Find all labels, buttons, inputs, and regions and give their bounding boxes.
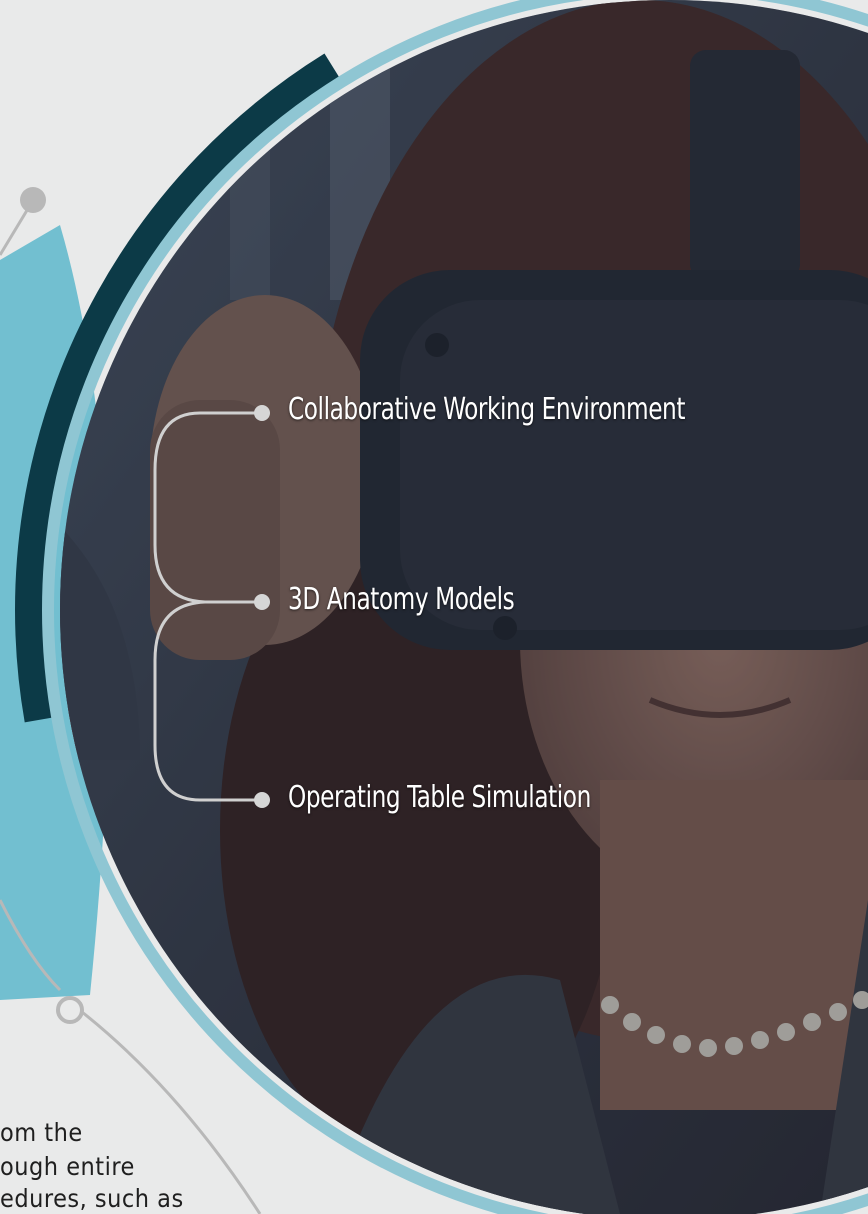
body-text-line-2: ough entire [0, 1152, 135, 1181]
bullet-dot [254, 594, 270, 610]
bullet-dot [254, 792, 270, 808]
body-text-line-1: om the [0, 1118, 83, 1147]
bullet-dot [254, 405, 270, 421]
slide: Collaborative Working Environment 3D Ana… [0, 0, 868, 1214]
body-text-line-3: edures, such as [0, 1184, 184, 1213]
deco-dot-top [20, 187, 46, 213]
feature-label-operating-table: Operating Table Simulation [288, 780, 591, 815]
feature-label-collaborative: Collaborative Working Environment [288, 392, 686, 427]
feature-label-anatomy: 3D Anatomy Models [288, 582, 515, 617]
deco-dot-bottom [56, 996, 84, 1024]
